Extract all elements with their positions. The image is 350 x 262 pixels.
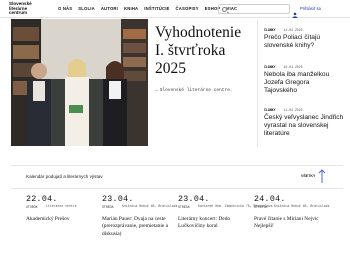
nav-item-institucie[interactable]: INŠTITÚCIE	[144, 6, 169, 11]
event-location: Knižnica Bobuž NS, Bratislava	[122, 204, 178, 208]
calendar-all-link[interactable]: VŠETKY	[301, 174, 315, 178]
event-date: 23.04.	[178, 195, 210, 204]
divider	[11, 188, 343, 189]
sidebar-article-3[interactable]: ČLÁNKY 11.04.2025 Český veľvyslanec Jind…	[264, 108, 344, 138]
arrow-up-icon[interactable]	[316, 168, 328, 184]
news-sidebar: ČLÁNKY 14.04.2025 Prečo Poliaci čítajú s…	[257, 19, 343, 147]
article-meta: ČLÁNKY 14.04.2025	[264, 28, 344, 32]
article-tag: ČLÁNKY	[264, 28, 276, 32]
article-meta: ČLÁNKY 11.04.2025	[264, 108, 344, 112]
site-header: Slovenské literárne centrum O NÁS SLOLIA…	[0, 0, 350, 18]
nav-item-kniha[interactable]: KNIHA	[124, 6, 138, 11]
event-date: 24.04.	[254, 195, 286, 204]
event-title[interactable]: Marián Pauer: Dvaja na ceste (prerozpráv…	[102, 216, 174, 238]
article-title[interactable]: Prečo Poliaci čítajú slovenské knihy?	[264, 34, 344, 50]
search-input[interactable]	[229, 6, 287, 13]
hero-subtitle-text: Slovenské literárne centre.	[159, 88, 233, 93]
article-date: 10.04.2025	[283, 65, 303, 69]
divider	[11, 165, 343, 166]
search-icon[interactable]	[222, 7, 227, 12]
nav-item-slolia[interactable]: SLOLIA	[78, 6, 95, 11]
article-tag: ČLÁNKY	[264, 108, 276, 112]
event-title[interactable]: Akademický Prešov	[26, 216, 98, 223]
event-date: 23.04.	[102, 195, 134, 204]
calendar-heading: Kalendár podujatí a literárnych výstav	[26, 174, 103, 179]
event-location: Literárne centre	[46, 204, 77, 208]
site-logo[interactable]: Slovenské literárne centrum	[9, 1, 49, 16]
arrow-right-icon: →	[155, 88, 158, 93]
article-meta: ČLÁNKY 10.04.2025	[264, 65, 344, 69]
calendar-event-3[interactable]: 23.04. STREDA Kaviareň Hem. Zámočnícka 7…	[178, 195, 273, 231]
event-title[interactable]: Pravé čítanie s Miriani Nejvic Nejlepší!	[254, 216, 326, 231]
nav-item-autori[interactable]: AUTORI	[101, 6, 118, 11]
calendar-event-2[interactable]: 23.04. STREDA Knižnica Bobuž NS, Bratisl…	[102, 195, 178, 238]
hero-subtitle: → Slovenské literárne centre.	[155, 88, 250, 93]
event-date: 22.04.	[26, 195, 58, 204]
article-title[interactable]: Nebola iba manželkou Jozefa Gregora Tajo…	[264, 71, 344, 95]
sidebar-article-2[interactable]: ČLÁNKY 10.04.2025 Nebola iba manželkou J…	[264, 65, 344, 95]
event-title[interactable]: Literárny koncert: Dedo Lučkovičiny kora…	[178, 216, 250, 231]
calendar-event-1[interactable]: 22.04. UTOROK Literárne centre Akademick…	[26, 195, 98, 223]
main-nav: O NÁS SLOLIA AUTORI KNIHA INŠTITÚCIE ČAS…	[58, 6, 237, 11]
logo-line-3: centrum	[9, 10, 28, 16]
article-tag: ČLÁNKY	[264, 65, 276, 69]
user-icon[interactable]	[292, 5, 298, 18]
search-box[interactable]	[218, 4, 290, 14]
hero-image[interactable]	[11, 19, 148, 146]
article-date: 11.04.2025	[283, 108, 303, 112]
sidebar-article-1[interactable]: ČLÁNKY 14.04.2025 Prečo Poliaci čítajú s…	[264, 28, 344, 50]
login-link[interactable]: Prihlásiť sa	[300, 6, 321, 11]
calendar-event-4[interactable]: 24.04. ŠTVRTOK Knižnica Bobuž NS, Bratis…	[254, 195, 330, 231]
hero-photo-illustration	[11, 19, 148, 146]
article-title[interactable]: Český veľvyslanec Jindřich vyrastal na s…	[264, 114, 344, 138]
article-date: 14.04.2025	[283, 28, 303, 32]
hero-article[interactable]: Vyhodnotenie I. štvrťroka 2025 → Slovensk…	[155, 24, 250, 93]
nav-item-casopisy[interactable]: ČASOPISY	[176, 6, 199, 11]
event-location: Knižnica Bobuž NS, Bratislava	[274, 204, 330, 208]
nav-item-o-nas[interactable]: O NÁS	[58, 6, 72, 11]
hero-title[interactable]: Vyhodnotenie I. štvrťroka 2025	[155, 24, 250, 78]
